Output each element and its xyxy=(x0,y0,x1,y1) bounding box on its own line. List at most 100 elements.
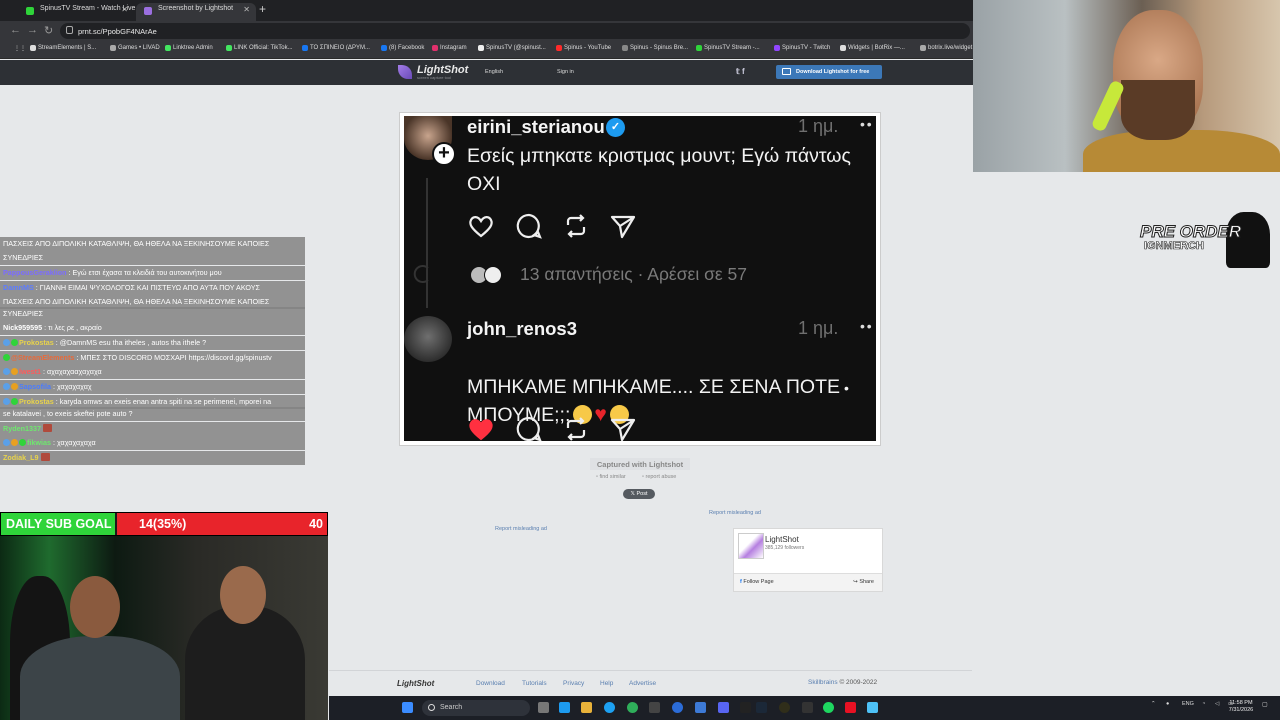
repost-icon[interactable] xyxy=(562,415,590,441)
bookmark-kick[interactable]: SpinusTV Stream -... xyxy=(696,45,760,51)
windows-start-icon[interactable] xyxy=(402,702,413,713)
address-bar[interactable]: prnt.sc/PpobGF4NArAe xyxy=(60,23,970,39)
share-send-icon[interactable] xyxy=(609,415,637,441)
follow-plus-icon[interactable]: + xyxy=(432,142,456,166)
post-stats[interactable]: 13 απαντήσεις · Αρέσει σε 57 xyxy=(520,264,747,285)
bookmark-label: SpinusTV - Twitch xyxy=(782,45,831,51)
footer-logo[interactable]: LightShot xyxy=(397,679,434,688)
post-button[interactable]: 𝕏 Post xyxy=(623,489,655,499)
spotify-icon[interactable] xyxy=(823,702,834,713)
post-username[interactable]: eirini_sterianou xyxy=(467,116,605,138)
notifications-icon[interactable]: ▢ xyxy=(1262,701,1268,708)
share-button[interactable]: ↪ Share xyxy=(853,579,874,585)
app-icon[interactable] xyxy=(845,702,856,713)
capcut-icon[interactable] xyxy=(740,702,751,713)
avatar[interactable] xyxy=(404,316,452,362)
bookmark-botrix-widget[interactable]: botrix.live/widget xyxy=(920,45,972,51)
bookmark-linktree[interactable]: Linktree Admin xyxy=(165,45,213,51)
lightshot-page-logo[interactable] xyxy=(738,533,764,559)
tray-chevron-icon[interactable]: ⌃ xyxy=(1151,701,1156,707)
bookmark-games[interactable]: Games • LIVAD xyxy=(110,45,160,51)
bookmark-icon xyxy=(110,45,116,51)
liked-heart-icon[interactable] xyxy=(467,415,495,441)
widgets-icon[interactable] xyxy=(559,702,570,713)
taskbar-search[interactable]: Search xyxy=(422,700,530,716)
chat-badge-icon xyxy=(3,368,10,375)
footer-link-privacy[interactable]: Privacy xyxy=(563,680,584,687)
task-view-icon[interactable] xyxy=(538,702,549,713)
facebook-icon[interactable]: f xyxy=(742,67,745,76)
bookmark-spinus-bre[interactable]: Spinus - Spinus Bre... xyxy=(622,45,688,51)
fb-page-title[interactable]: LightShot xyxy=(765,535,799,544)
language-select[interactable]: English xyxy=(485,69,503,75)
download-button[interactable]: Download Lightshot for free xyxy=(776,65,882,79)
notepad-icon[interactable] xyxy=(867,702,878,713)
report-ad-link[interactable]: Report misleading ad xyxy=(709,510,761,516)
edge-icon[interactable] xyxy=(604,702,615,713)
site-info-icon[interactable] xyxy=(66,26,73,34)
copyright-years: © 2009-2022 xyxy=(839,679,878,686)
more-options-icon[interactable]: • • xyxy=(860,318,872,334)
app-icon[interactable] xyxy=(695,702,706,713)
comment-icon[interactable] xyxy=(515,212,543,240)
volume-icon[interactable]: ◁ xyxy=(1215,701,1219,707)
skillbrains-link[interactable]: Skillbrains xyxy=(808,679,838,686)
bookmark-tiktok-link[interactable]: LINK Official: TikTok... xyxy=(226,45,293,51)
follow-label: Follow Page xyxy=(743,579,774,585)
follow-page-button[interactable]: f Follow Page xyxy=(740,579,774,585)
bookmark-instagram[interactable]: Instagram xyxy=(432,45,467,51)
bookmark-youtube[interactable]: Spinus - YouTube xyxy=(556,45,611,51)
bookmark-facebook-group[interactable]: ΤΟ ΣΠΙΝΕΙΟ (ΔΡΥΜ... xyxy=(302,45,370,51)
bookmark-tiktok[interactable]: SpinusTV (@spinust... xyxy=(478,45,546,51)
like-heart-icon[interactable] xyxy=(467,212,495,240)
chrome-icon[interactable] xyxy=(627,702,638,713)
more-options-icon[interactable]: • • xyxy=(860,116,872,132)
report-abuse-link[interactable]: ▫ report abuse xyxy=(642,474,676,480)
chat-user: Ryden1337 xyxy=(3,424,41,433)
close-tab-icon[interactable]: ✕ xyxy=(243,5,250,14)
steam-icon[interactable] xyxy=(756,702,767,713)
footer-link-tutorials[interactable]: Tutorials xyxy=(522,680,547,687)
report-ad-link[interactable]: Report misleading ad xyxy=(495,526,547,532)
tab-spinustv[interactable]: SpinusTV Stream - Watch Live ✕ xyxy=(18,3,135,21)
bookmark-twitch[interactable]: SpinusTV - Twitch xyxy=(774,45,830,51)
bookmark-streamelements[interactable]: StreamElements | S... xyxy=(30,45,96,51)
app-icon[interactable] xyxy=(802,702,813,713)
twitter-icon[interactable]: 𝕥 xyxy=(736,67,740,76)
share-send-icon[interactable] xyxy=(609,212,637,240)
bookmark-facebook[interactable]: (8) Facebook xyxy=(381,45,424,51)
network-icon[interactable]: ◔ xyxy=(1202,701,1205,707)
repost-icon[interactable] xyxy=(562,212,590,240)
chat-badge-icon xyxy=(3,398,10,405)
discord-icon[interactable] xyxy=(718,702,729,713)
bookmark-botrix[interactable]: Widgets | BotRix —... xyxy=(840,45,905,51)
thread-line xyxy=(426,178,428,308)
sign-in-link[interactable]: Sign in xyxy=(557,69,574,75)
youtube-icon xyxy=(556,45,562,51)
stream-chat-overlay: ΠΑΣΧΕΙΣ ΑΠΟ ΔΙΠΟΛΙΚΗ ΚΑΤΑΘΛΙΨΗ, ΘΑ ΗΘΕΛΑ… xyxy=(0,237,305,465)
chat-user: PappousGeraklion xyxy=(3,268,67,277)
reload-icon[interactable]: ↻ xyxy=(44,24,53,37)
comment-icon[interactable] xyxy=(515,415,543,441)
post-username[interactable]: john_renos3 xyxy=(467,318,577,340)
close-tab-icon[interactable]: ✕ xyxy=(121,5,128,14)
obs-icon[interactable] xyxy=(779,702,790,713)
kick-icon xyxy=(696,45,702,51)
microphone-icon[interactable]: ● xyxy=(1166,701,1169,707)
taskbar-clock[interactable]: 11:58 PM 7/31/2026 xyxy=(1226,700,1256,714)
back-icon[interactable]: ← xyxy=(10,24,21,36)
find-similar-link[interactable]: ▫ find similar xyxy=(596,474,626,480)
app-icon[interactable] xyxy=(649,702,660,713)
chat-badge-icon xyxy=(11,383,18,390)
lightshot-logo[interactable]: LightShot screen capture tool xyxy=(398,63,468,81)
apps-icon[interactable]: ⋮⋮ xyxy=(6,45,26,52)
footer-link-download[interactable]: Download xyxy=(476,680,505,687)
footer-link-advertise[interactable]: Advertise xyxy=(629,680,656,687)
footer-link-help[interactable]: Help xyxy=(600,680,613,687)
forward-icon[interactable]: → xyxy=(27,24,38,36)
app-icon[interactable] xyxy=(672,702,683,713)
new-tab-button[interactable]: + xyxy=(259,2,266,16)
language-indicator[interactable]: ENG xyxy=(1182,701,1194,707)
tab-lightshot[interactable]: Screenshot by Lightshot ✕ xyxy=(136,3,256,21)
file-explorer-icon[interactable] xyxy=(581,702,592,713)
